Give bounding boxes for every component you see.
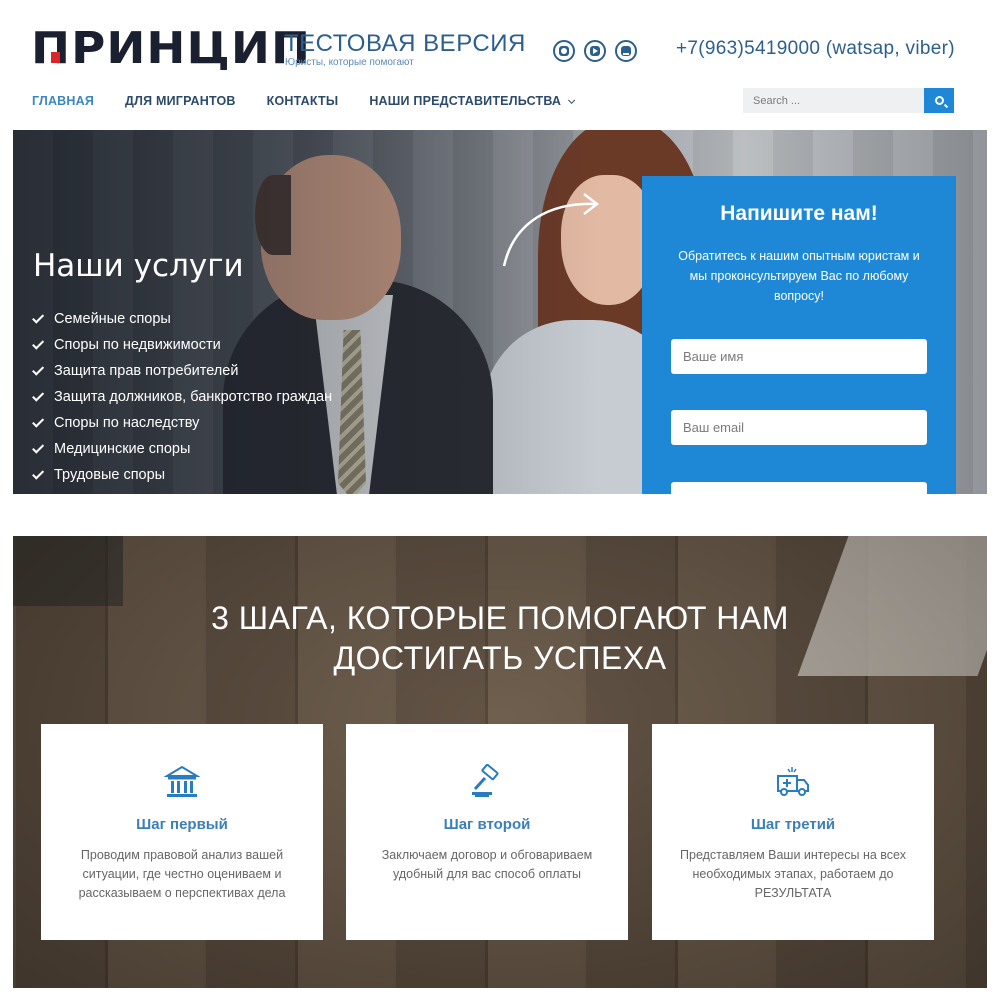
phone-number[interactable]: +7(963)5419000 (watsap, viber) <box>676 38 955 60</box>
steps-title-line2: ДОСТИГАТЬ УСПЕХА <box>333 640 667 676</box>
site-title[interactable]: ТЕСТОВАЯ ВЕРСИЯ <box>284 30 526 58</box>
steps-title: 3 ШАГА, КОТОРЫЕ ПОМОГАЮТ НАМ ДОСТИГАТЬ У… <box>13 598 987 678</box>
service-label: Семейные споры <box>54 311 171 327</box>
instagram-icon[interactable] <box>553 40 575 62</box>
step-text: Заключаем договор и обговариваем удобный… <box>381 848 593 881</box>
check-icon <box>32 363 45 376</box>
service-item: Споры по наследству <box>32 410 332 436</box>
check-icon <box>32 389 45 402</box>
site-tagline: Юристы, которые помогают <box>285 57 414 68</box>
service-item: Трудовые споры <box>32 462 332 488</box>
service-label: Споры по недвижимости <box>54 337 221 353</box>
logo-text: ПРИНЦИП <box>31 23 312 74</box>
service-label: Споры по наследству <box>54 415 200 431</box>
step-title: Шаг третий <box>750 816 836 833</box>
bank-icon <box>164 765 200 797</box>
logo-red-mark <box>51 52 60 63</box>
youtube-icon[interactable] <box>584 40 606 62</box>
name-field[interactable] <box>671 339 927 374</box>
service-label: Медицинские споры <box>54 441 191 457</box>
contact-form-title: Напишите нам! <box>720 202 878 225</box>
service-label: Трудовые споры <box>54 467 166 483</box>
contact-form-subtitle: Обратитесь к нашим опытным юристам и мы … <box>678 249 920 303</box>
step-card-2: Шаг второй Заключаем договор и обговарив… <box>346 724 628 940</box>
contact-form: Напишите нам! Обратитесь к нашим опытным… <box>642 176 956 494</box>
email-field[interactable] <box>671 410 927 445</box>
service-item: Семейные споры <box>32 306 332 332</box>
nav-item-offices-label: НАШИ ПРЕДСТАВИТЕЛЬСТВА <box>369 94 562 108</box>
nav-item-home[interactable]: ГЛАВНАЯ <box>32 94 94 108</box>
check-icon <box>32 415 45 428</box>
social-links <box>553 40 637 62</box>
nav-item-offices[interactable]: НАШИ ПРЕДСТАВИТЕЛЬСТВА <box>369 94 576 108</box>
check-icon <box>32 311 45 324</box>
step-title: Шаг первый <box>136 816 228 833</box>
search-form <box>743 88 954 113</box>
service-item: Защита должников, банкротство граждан <box>32 384 333 410</box>
ambulance-icon <box>777 767 809 796</box>
vk-icon[interactable] <box>615 40 637 62</box>
service-item: Споры по недвижимости <box>32 332 332 358</box>
search-icon <box>934 96 944 105</box>
check-icon <box>32 337 45 350</box>
site-header: ПРИНЦИП ТЕСТОВАЯ ВЕРСИЯ Юристы, которые … <box>0 0 1000 130</box>
services-list: Семейные споры Споры по недвижимости Защ… <box>32 306 333 488</box>
main-nav: ГЛАВНАЯ ДЛЯ МИГРАНТОВ КОНТАКТЫ НАШИ ПРЕД… <box>32 94 603 108</box>
step-card-1: Шаг первый Проводим правовой анализ ваше… <box>41 724 323 940</box>
step-text: Представляем Ваши интересы на всех необх… <box>680 848 906 900</box>
step-card-3: Шаг третий Представляем Ваши интересы на… <box>652 724 934 940</box>
hero-section: Наши услуги Семейные споры Споры по недв… <box>13 130 987 494</box>
steps-title-line1: 3 ШАГА, КОТОРЫЕ ПОМОГАЮТ НАМ <box>211 600 789 636</box>
service-label: Защита прав потребителей <box>54 363 239 379</box>
phone-field[interactable] <box>671 482 927 494</box>
search-input[interactable] <box>743 88 924 113</box>
services-title: Наши услуги <box>33 248 244 284</box>
check-icon <box>32 467 45 480</box>
step-title: Шаг второй <box>443 816 531 833</box>
check-icon <box>32 441 45 454</box>
site-logo[interactable]: ПРИНЦИП <box>31 27 310 71</box>
service-item: Защита прав потребителей <box>32 358 332 384</box>
nav-item-migrants[interactable]: ДЛЯ МИГРАНТОВ <box>125 94 236 108</box>
curved-arrow-icon <box>502 193 600 267</box>
search-button[interactable] <box>924 88 954 113</box>
steps-section: 3 ШАГА, КОТОРЫЕ ПОМОГАЮТ НАМ ДОСТИГАТЬ У… <box>13 536 987 988</box>
step-text: Проводим правовой анализ вашей ситуации,… <box>78 848 286 900</box>
service-label: Защита должников, банкротство граждан <box>54 389 333 405</box>
service-item: Медицинские споры <box>32 436 332 462</box>
gavel-icon <box>472 764 499 797</box>
chevron-down-icon <box>568 96 576 104</box>
nav-item-contacts[interactable]: КОНТАКТЫ <box>267 94 339 108</box>
